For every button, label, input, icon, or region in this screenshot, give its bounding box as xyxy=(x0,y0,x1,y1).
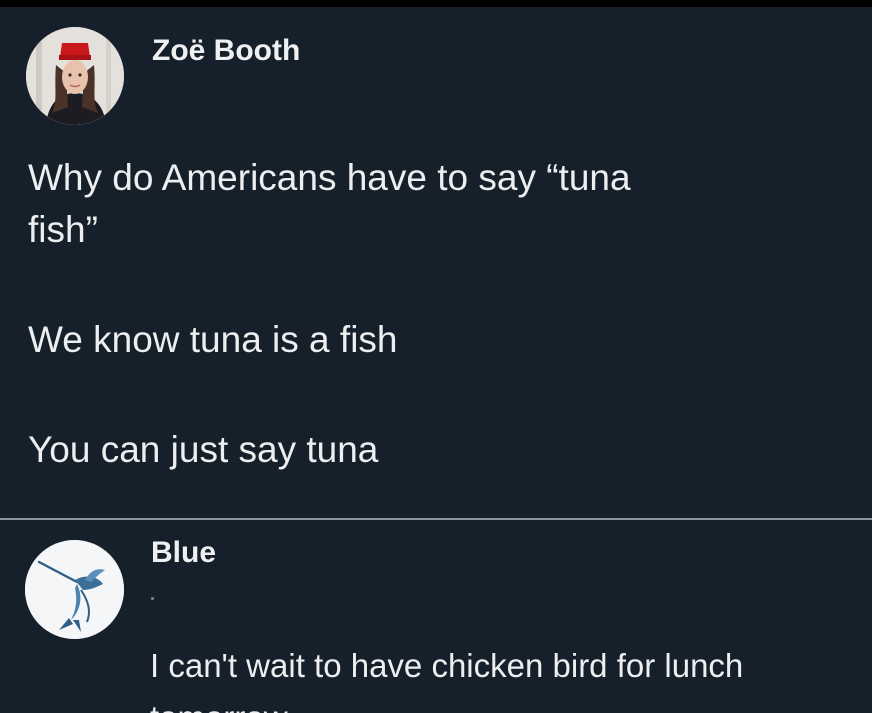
reply-text: I can't wait to have chicken bird for lu… xyxy=(150,640,850,713)
top-edge-strip xyxy=(0,0,872,7)
author-name[interactable]: Zoë Booth xyxy=(152,34,300,68)
marlin-fish-icon xyxy=(25,540,124,639)
post-line: fish” xyxy=(28,209,98,250)
person-avatar-icon xyxy=(26,27,124,125)
post-line: Why do Americans have to say “tuna xyxy=(28,157,631,198)
reply-line: tomorrow xyxy=(150,692,850,713)
reply-author-name[interactable]: Blue xyxy=(151,536,216,570)
faint-dot xyxy=(151,597,154,600)
post-divider xyxy=(0,518,872,520)
post-line: You can just say tuna xyxy=(28,429,379,470)
post-line: We know tuna is a fish xyxy=(28,319,398,360)
author-avatar[interactable] xyxy=(26,27,124,125)
reply-avatar[interactable] xyxy=(25,540,124,639)
post-text: Why do Americans have to say “tuna fish”… xyxy=(28,152,828,476)
reply-line: I can't wait to have chicken bird for lu… xyxy=(150,647,744,684)
